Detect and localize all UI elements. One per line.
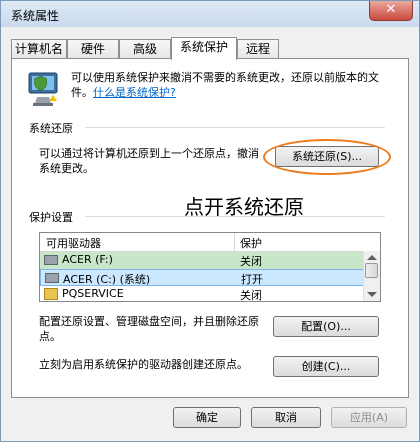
drive-row-c[interactable]: ACER (C:) (系统) 打开 xyxy=(40,269,364,286)
intro-text: 可以使用系统保护来撤消不需要的系统更改，还原以前版本的文件。什么是系统保护? xyxy=(71,71,379,99)
column-header-protection[interactable]: 保护 xyxy=(240,235,262,251)
what-is-system-protection-link[interactable]: 什么是系统保护? xyxy=(93,86,176,99)
configure-button[interactable]: 配置(O)... xyxy=(273,316,379,337)
shield-computer-icon xyxy=(28,72,58,106)
configure-description: 配置还原设置、管理磁盘空间，并且删除还原点。 xyxy=(39,315,259,343)
drive-row-pqservice[interactable]: PQSERVICE 关闭 xyxy=(40,286,364,301)
ok-button[interactable]: 确定 xyxy=(173,407,241,428)
system-properties-window: 系统属性 ✕ 计算机名 硬件 高级 系统保护 远程 可以使用系统保护来撤消不需要… xyxy=(0,0,420,442)
tab-hardware[interactable]: 硬件 xyxy=(67,39,119,59)
system-drive-icon xyxy=(45,273,59,283)
tab-system-protection[interactable]: 系统保护 xyxy=(171,37,237,60)
restore-group-label: 系统还原 xyxy=(29,122,73,135)
window-title: 系统属性 xyxy=(11,9,60,23)
close-button[interactable]: ✕ xyxy=(369,1,413,21)
column-divider[interactable] xyxy=(234,233,235,251)
tab-advanced[interactable]: 高级 xyxy=(119,39,171,59)
tab-panel xyxy=(11,58,409,398)
apply-button[interactable]: 应用(A) xyxy=(331,407,407,428)
column-header-drives[interactable]: 可用驱动器 xyxy=(46,235,101,251)
cancel-button[interactable]: 取消 xyxy=(251,407,321,428)
drive-icon xyxy=(44,255,58,265)
protection-group-label: 保护设置 xyxy=(29,211,73,224)
close-icon: ✕ xyxy=(385,2,397,17)
create-button[interactable]: 创建(C)... xyxy=(273,356,379,377)
folder-icon xyxy=(44,288,58,300)
scroll-up-arrow-icon[interactable] xyxy=(367,255,377,260)
restore-description: 可以通过将计算机还原到上一个还原点，撤消系统更改。 xyxy=(39,147,259,175)
list-header: 可用驱动器 保护 xyxy=(40,233,380,252)
restore-group-separator xyxy=(85,127,385,128)
create-description: 立刻为启用系统保护的驱动器创建还原点。 xyxy=(39,358,248,371)
scroll-down-arrow-icon[interactable] xyxy=(367,292,377,297)
scroll-thumb[interactable] xyxy=(365,263,378,278)
protection-group-separator xyxy=(85,216,385,217)
highlight-ring-annotation xyxy=(263,139,391,175)
drive-row-f[interactable]: ACER (F:) 关闭 xyxy=(40,252,364,269)
drive-list[interactable]: 可用驱动器 保护 ACER (F:) 关闭 ACER (C:) (系统) 打开 … xyxy=(39,232,381,302)
title-bar[interactable]: 系统属性 ✕ xyxy=(1,1,419,27)
list-scrollbar[interactable] xyxy=(363,251,380,301)
tab-remote[interactable]: 远程 xyxy=(237,39,279,59)
tab-computer-name[interactable]: 计算机名 xyxy=(11,39,67,59)
